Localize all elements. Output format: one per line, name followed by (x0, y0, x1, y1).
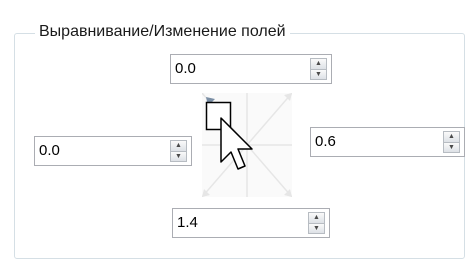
chevron-up-icon[interactable]: ▲ (308, 212, 325, 224)
top-margin-spin-buttons: ▲ ▼ (310, 58, 327, 80)
left-margin-spinbox[interactable]: 0.0 ▲ ▼ (34, 136, 192, 166)
right-margin-spinbox[interactable]: 0.6 ▲ ▼ (310, 127, 465, 157)
chevron-down-icon[interactable]: ▼ (308, 223, 325, 234)
left-margin-spin-buttons: ▲ ▼ (170, 140, 187, 162)
chevron-up-icon[interactable]: ▲ (170, 140, 187, 152)
mouse-pointer-icon (200, 98, 254, 180)
right-margin-input[interactable]: 0.6 (315, 133, 336, 151)
top-margin-input[interactable]: 0.0 (175, 60, 196, 78)
bottom-margin-spin-buttons: ▲ ▼ (308, 212, 325, 234)
bottom-margin-input[interactable]: 1.4 (177, 214, 198, 232)
chevron-down-icon[interactable]: ▼ (170, 151, 187, 162)
left-margin-input[interactable]: 0.0 (39, 142, 60, 160)
groupbox-title: Выравнивание/Изменение полей (35, 22, 290, 42)
chevron-up-icon[interactable]: ▲ (310, 58, 327, 70)
chevron-down-icon[interactable]: ▼ (310, 69, 327, 80)
right-margin-spin-buttons: ▲ ▼ (443, 131, 460, 153)
bottom-margin-spinbox[interactable]: 1.4 ▲ ▼ (172, 208, 330, 238)
top-margin-spinbox[interactable]: 0.0 ▲ ▼ (170, 54, 332, 84)
chevron-up-icon[interactable]: ▲ (443, 131, 460, 143)
chevron-down-icon[interactable]: ▼ (443, 142, 460, 153)
